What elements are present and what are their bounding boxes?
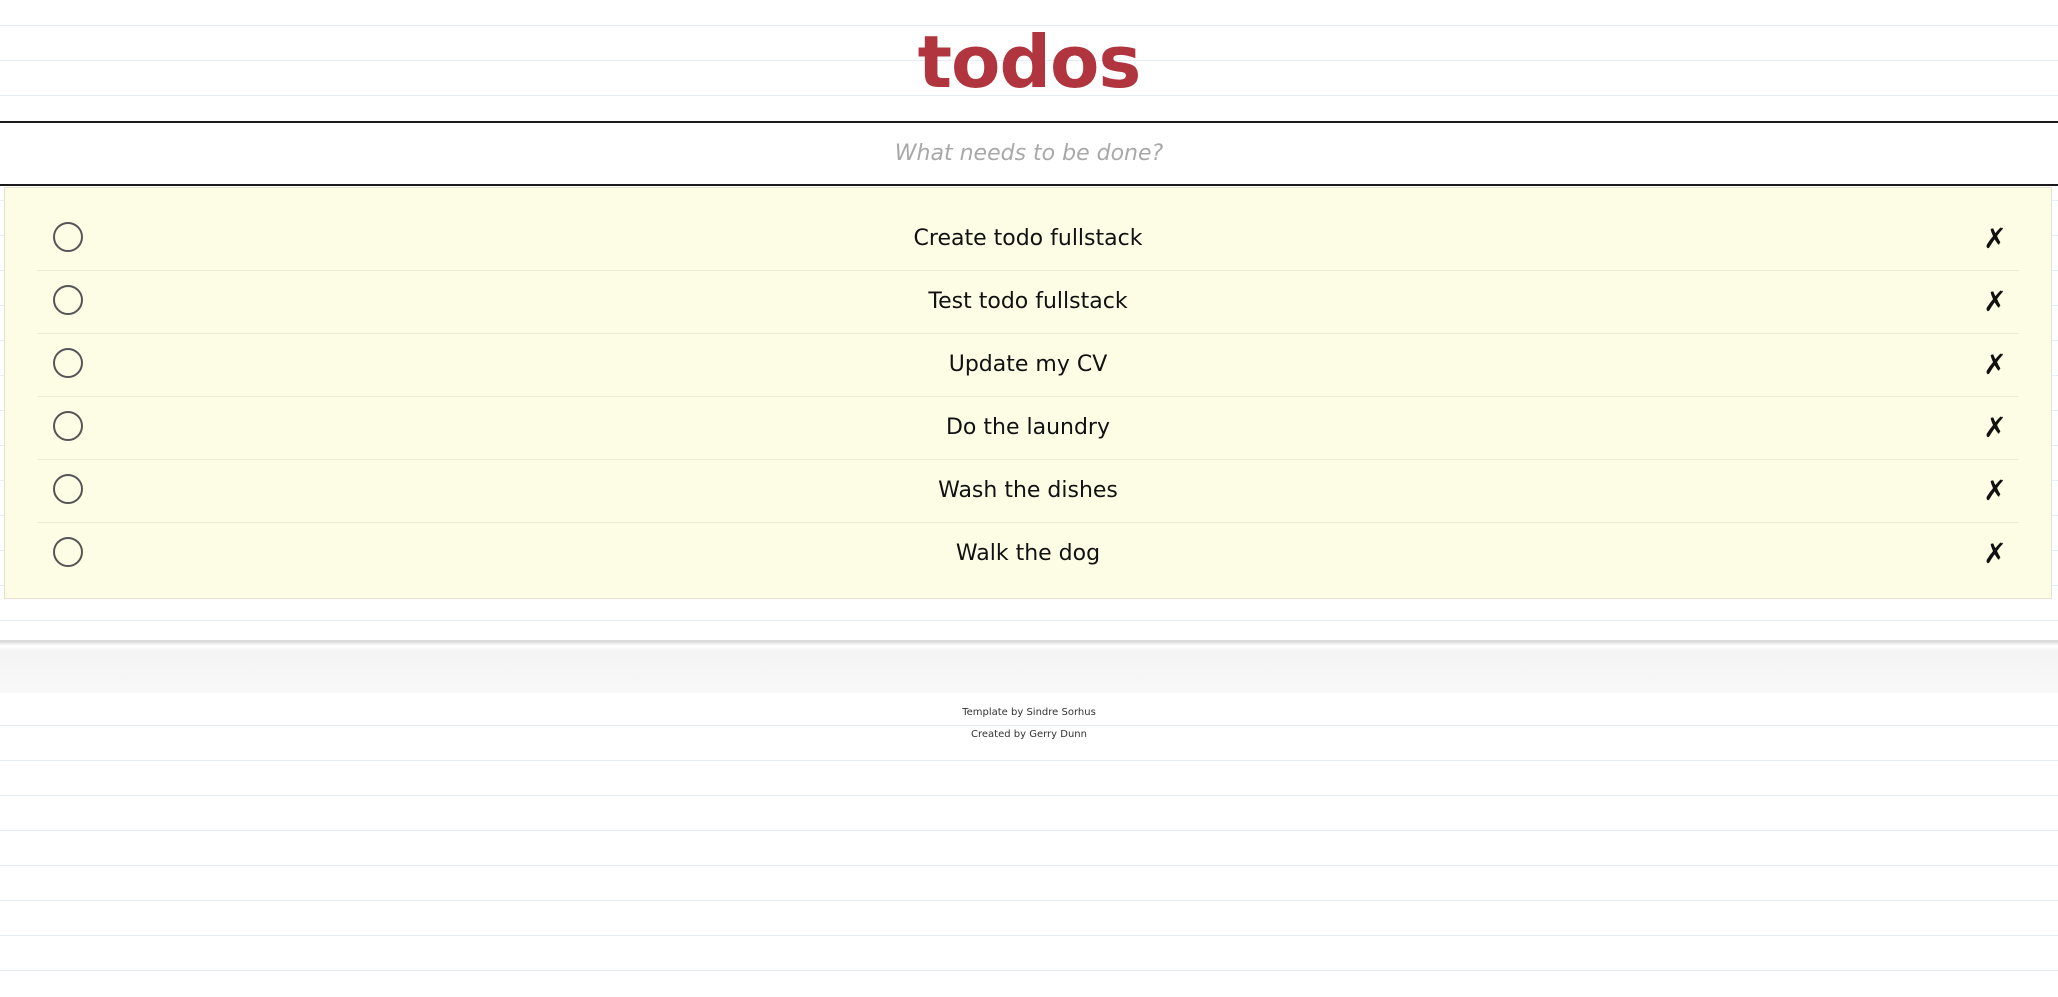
todo-label[interactable]: Wash the dishes — [37, 460, 2019, 522]
todo-label[interactable]: Walk the dog — [37, 523, 2019, 585]
todo-item: Wash the dishes ✗ — [37, 460, 2019, 523]
info-footer: Template by Sindre Sorhus Created by Ger… — [0, 702, 2058, 746]
delete-todo-button[interactable]: ✗ — [1975, 271, 2015, 333]
delete-todo-button[interactable]: ✗ — [1975, 523, 2015, 585]
delete-todo-button[interactable]: ✗ — [1975, 397, 2015, 459]
todo-list: Create todo fullstack ✗ Test todo fullst… — [5, 208, 2051, 585]
todo-label[interactable]: Update my CV — [37, 334, 2019, 396]
list-footer-band — [0, 640, 2058, 693]
new-todo-container — [0, 121, 2058, 186]
todo-label[interactable]: Do the laundry — [37, 397, 2019, 459]
created-credit: Created by Gerry Dunn — [971, 729, 1087, 740]
todo-list-section: Create todo fullstack ✗ Test todo fullst… — [4, 187, 2052, 599]
todo-item: Update my CV ✗ — [37, 334, 2019, 397]
header: todos — [0, 0, 2058, 121]
todo-item: Create todo fullstack ✗ — [37, 208, 2019, 271]
todo-item: Test todo fullstack ✗ — [37, 271, 2019, 334]
todo-item: Walk the dog ✗ — [37, 523, 2019, 585]
todo-label[interactable]: Create todo fullstack — [37, 208, 2019, 270]
todo-item: Do the laundry ✗ — [37, 397, 2019, 460]
template-credit: Template by Sindre Sorhus — [962, 707, 1096, 718]
delete-todo-button[interactable]: ✗ — [1975, 208, 2015, 270]
new-todo-input[interactable] — [0, 123, 2058, 184]
todo-label[interactable]: Test todo fullstack — [37, 271, 2019, 333]
delete-todo-button[interactable]: ✗ — [1975, 334, 2015, 396]
delete-todo-button[interactable]: ✗ — [1975, 460, 2015, 522]
app-title: todos — [917, 20, 1142, 104]
